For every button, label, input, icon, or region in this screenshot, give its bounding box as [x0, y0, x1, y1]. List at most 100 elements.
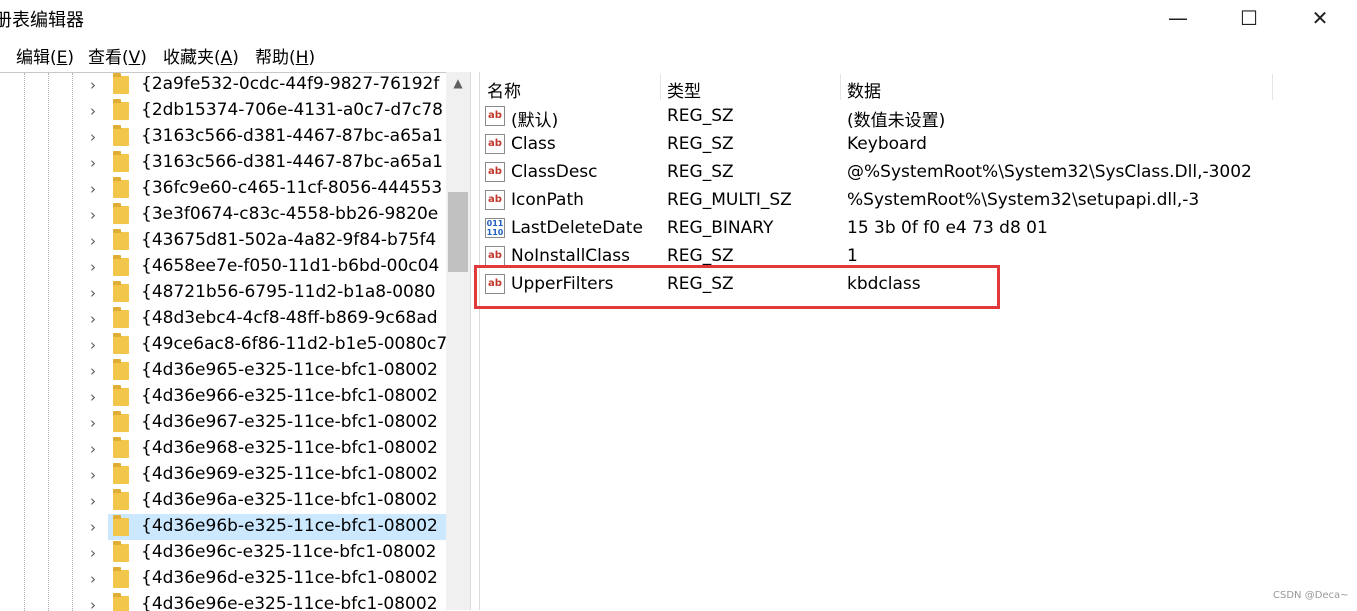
expand-chevron-icon[interactable]: › [90, 544, 96, 562]
expand-chevron-icon[interactable]: › [90, 596, 96, 611]
maximize-icon: ☐ [1240, 6, 1258, 30]
expand-chevron-icon[interactable]: › [90, 388, 96, 406]
expand-chevron-icon[interactable]: › [90, 180, 96, 198]
expand-chevron-icon[interactable]: › [90, 466, 96, 484]
menu-edit[interactable]: 编辑(E) [16, 43, 74, 68]
pane-splitter[interactable] [470, 72, 480, 610]
value-name: ClassDesc [511, 162, 598, 182]
value-row[interactable]: ab ClassDesc REG_SZ @%SystemRoot%\System32\… [480, 158, 1357, 186]
tree-item-label: {49ce6ac8-6f86-11d2-b1e5-0080c7 [141, 334, 446, 354]
tree-item[interactable]: › {2db15374-706e-4131-a0c7-d7c78 [0, 98, 446, 124]
expand-chevron-icon[interactable]: › [90, 492, 96, 510]
folder-icon [113, 125, 129, 146]
expand-chevron-icon[interactable]: › [90, 570, 96, 588]
column-header-data[interactable]: 数据 [847, 77, 881, 102]
expand-chevron-icon[interactable]: › [90, 362, 96, 380]
value-type: REG_SZ [667, 106, 734, 126]
folder-icon [113, 307, 129, 328]
folder-icon [113, 489, 129, 510]
tree-item[interactable]: › {36fc9e60-c465-11cf-8056-444553 [0, 176, 446, 202]
column-header-name[interactable]: 名称 [487, 77, 521, 102]
tree-item[interactable]: › {4d36e966-e325-11ce-bfc1-08002 [0, 384, 446, 410]
scroll-up-arrow-icon[interactable]: ▲ [446, 72, 470, 94]
tree-item[interactable]: › {4d36e967-e325-11ce-bfc1-08002 [0, 410, 446, 436]
value-data: Keyboard [847, 134, 927, 154]
expand-chevron-icon[interactable]: › [90, 310, 96, 328]
value-type: REG_SZ [667, 134, 734, 154]
tree-item[interactable]: › {4d36e969-e325-11ce-bfc1-08002 [0, 462, 446, 488]
column-divider[interactable] [660, 74, 661, 100]
tree-scrollbar[interactable]: ▲ [446, 72, 470, 610]
expand-chevron-icon[interactable]: › [90, 206, 96, 224]
tree-item[interactable]: › {2a9fe532-0cdc-44f9-9827-76192f [0, 73, 446, 98]
value-row[interactable]: ab (默认) REG_SZ (数值未设置) [480, 102, 1357, 131]
close-button[interactable]: ✕ [1297, 0, 1343, 36]
menu-view[interactable]: 查看(V) [88, 43, 147, 68]
value-data: 1 [847, 246, 858, 266]
value-data: %SystemRoot%\System32\setupapi.dll,-3 [847, 190, 1200, 210]
tree-item[interactable]: › {43675d81-502a-4a82-9f84-b75f4 [0, 228, 446, 254]
maximize-button[interactable]: ☐ [1226, 0, 1272, 36]
value-row[interactable]: ab IconPath REG_MULTI_SZ %SystemRoot%\Syste… [480, 186, 1357, 214]
value-type: REG_MULTI_SZ [667, 190, 792, 210]
expand-chevron-icon[interactable]: › [90, 440, 96, 458]
folder-icon [113, 203, 129, 224]
menu-help[interactable]: 帮助(H) [255, 43, 315, 68]
folder-icon [113, 593, 129, 611]
tree-item[interactable]: › {4d36e96a-e325-11ce-bfc1-08002 [0, 488, 446, 514]
tree-item[interactable]: › {4d36e968-e325-11ce-bfc1-08002 [0, 436, 446, 462]
folder-icon [113, 541, 129, 562]
tree-item-label: {3163c566-d381-4467-87bc-a65a1 [141, 126, 443, 146]
scrollbar-thumb[interactable] [448, 192, 468, 272]
folder-icon [113, 73, 129, 94]
expand-chevron-icon[interactable]: › [90, 232, 96, 250]
expand-chevron-icon[interactable]: › [90, 76, 96, 94]
tree-item[interactable]: › {3163c566-d381-4467-87bc-a65a1 [0, 150, 446, 176]
tree-item[interactable]: › {49ce6ac8-6f86-11d2-b1e5-0080c7 [0, 332, 446, 358]
tree-item-label: {2db15374-706e-4131-a0c7-d7c78 [141, 100, 443, 120]
value-name: (默认) [511, 111, 559, 131]
expand-chevron-icon[interactable]: › [90, 154, 96, 172]
tree-item[interactable]: › {48d3ebc4-4cf8-48ff-b869-9c68ad [0, 306, 446, 332]
expand-chevron-icon[interactable]: › [90, 336, 96, 354]
value-type: REG_BINARY [667, 218, 774, 238]
menu-bar: 编辑(E) 查看(V) 收藏夹(A) 帮助(H) [0, 40, 1357, 68]
tree-item[interactable]: › {4658ee7e-f050-11d1-b6bd-00c04 [0, 254, 446, 280]
watermark: CSDN @Deca~ [1273, 590, 1349, 601]
value-data: @%SystemRoot%\System32\SysClass.Dll,-300… [847, 162, 1252, 182]
expand-chevron-icon[interactable]: › [90, 414, 96, 432]
tree-item[interactable]: › {4d36e965-e325-11ce-bfc1-08002 [0, 358, 446, 384]
tree-item[interactable]: › {4d36e96e-e325-11ce-bfc1-08002 [0, 592, 446, 611]
tree-item-label: {4d36e96a-e325-11ce-bfc1-08002 [141, 490, 438, 510]
tree-item-selected[interactable]: › {4d36e96b-e325-11ce-bfc1-08002 [0, 514, 446, 540]
column-header-type[interactable]: 类型 [667, 77, 701, 102]
tree-item[interactable]: › {3e3f0674-c83c-4558-bb26-9820e [0, 202, 446, 228]
tree-item-label: {48d3ebc4-4cf8-48ff-b869-9c68ad [141, 308, 438, 328]
column-divider[interactable] [840, 74, 841, 100]
tree-item-label: {4d36e96b-e325-11ce-bfc1-08002 [141, 516, 438, 536]
expand-chevron-icon[interactable]: › [90, 258, 96, 276]
menu-favorites[interactable]: 收藏夹(A) [163, 43, 239, 68]
tree-item[interactable]: › {48721b56-6795-11d2-b1a8-0080 [0, 280, 446, 306]
tree-item[interactable]: › {3163c566-d381-4467-87bc-a65a1 [0, 124, 446, 150]
tree-item[interactable]: › {4d36e96d-e325-11ce-bfc1-08002 [0, 566, 446, 592]
minimize-button[interactable]: — [1155, 0, 1201, 36]
tree-item-label: {4d36e96d-e325-11ce-bfc1-08002 [141, 568, 438, 588]
tree-item-label: {3163c566-d381-4467-87bc-a65a1 [141, 152, 443, 172]
tree-item-label: {4d36e968-e325-11ce-bfc1-08002 [141, 438, 438, 458]
tree-item[interactable]: › {4d36e96c-e325-11ce-bfc1-08002 [0, 540, 446, 566]
expand-chevron-icon[interactable]: › [90, 102, 96, 120]
folder-icon [113, 229, 129, 250]
value-type: REG_SZ [667, 246, 734, 266]
expand-chevron-icon[interactable]: › [90, 518, 96, 536]
tree-item-label: {4d36e96e-e325-11ce-bfc1-08002 [141, 594, 438, 611]
expand-chevron-icon[interactable]: › [90, 128, 96, 146]
value-row[interactable]: ab Class REG_SZ Keyboard [480, 130, 1357, 158]
string-value-icon: ab [485, 246, 505, 266]
registry-key-tree: › {2a9fe532-0cdc-44f9-9827-76192f › {2db153… [0, 72, 470, 611]
column-divider[interactable] [1272, 74, 1273, 100]
expand-chevron-icon[interactable]: › [90, 284, 96, 302]
tree-item-label: {3e3f0674-c83c-4558-bb26-9820e [141, 204, 439, 224]
folder-icon [113, 333, 129, 354]
value-row[interactable]: 011 110 LastDeleteDate REG_BINARY 15 3b 0f … [480, 214, 1357, 242]
